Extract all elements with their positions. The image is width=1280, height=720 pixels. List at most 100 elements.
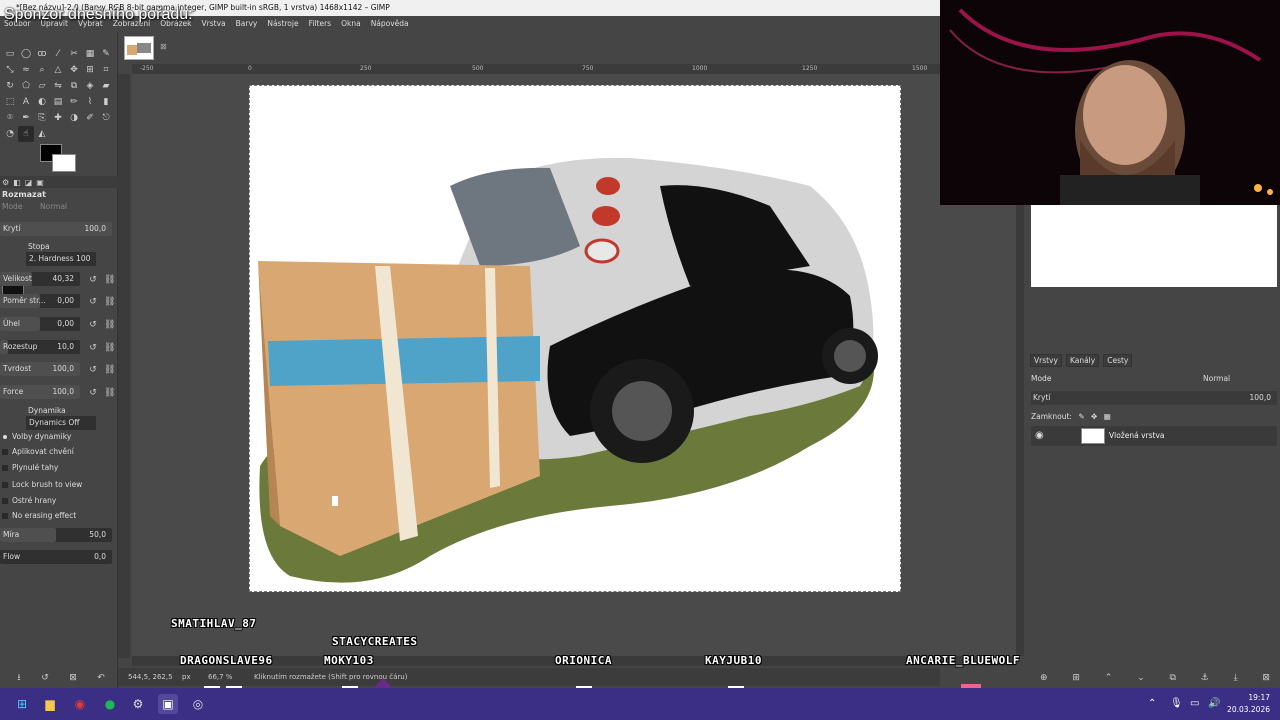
move-icon[interactable]: ✥: [66, 62, 82, 78]
menu-help[interactable]: Nápověda: [371, 16, 409, 32]
text-icon[interactable]: A: [18, 94, 34, 110]
menu-layer[interactable]: Vrstva: [202, 16, 226, 32]
save-options-icon[interactable]: ⭳: [14, 672, 24, 684]
rate-slider[interactable]: Míra 50,0: [0, 528, 112, 542]
crop-icon[interactable]: ⌗: [98, 62, 114, 78]
paint-select-icon[interactable]: ⬚: [2, 94, 18, 110]
layer-item[interactable]: ◉ Vložená vrstva: [1031, 426, 1277, 446]
background-color[interactable]: [52, 154, 76, 172]
gradient-icon[interactable]: ▤: [50, 94, 66, 110]
spacing-slider[interactable]: Rozestup 10,0: [0, 340, 80, 354]
lower-layer-icon[interactable]: ⌄: [1137, 673, 1145, 683]
transform-icon[interactable]: ⤡: [2, 62, 18, 78]
mypaint-icon[interactable]: ✐: [82, 110, 98, 126]
ellipse-select-icon[interactable]: ◯: [18, 46, 34, 62]
option-no-erasing[interactable]: No erasing effect: [2, 509, 116, 523]
chrome-icon[interactable]: ◉: [70, 694, 90, 714]
align-icon[interactable]: ⊞: [82, 62, 98, 78]
file-explorer-icon[interactable]: ▆: [40, 694, 60, 714]
system-clock[interactable]: 19:17 20.03.2026: [1227, 692, 1270, 716]
force-slider[interactable]: Force 100,0: [0, 385, 80, 399]
warp-icon[interactable]: ≈: [18, 62, 34, 78]
unified-transform-icon[interactable]: ⧉: [66, 78, 82, 94]
rect-select-icon[interactable]: ▭: [2, 46, 18, 62]
bucket-icon[interactable]: ◐: [34, 94, 50, 110]
paths-icon[interactable]: ✎: [98, 46, 114, 62]
heal-icon[interactable]: ✚: [50, 110, 66, 126]
reset-hardness-icon[interactable]: ↺: [88, 364, 98, 376]
perspective-icon[interactable]: ▱: [34, 78, 50, 94]
restore-options-icon[interactable]: ↺: [40, 672, 50, 684]
volume-icon[interactable]: 🔊: [1208, 698, 1220, 709]
size-slider[interactable]: Velikost 40,32: [0, 272, 80, 286]
reset-angle-icon[interactable]: ↺: [88, 319, 98, 331]
tab-paths[interactable]: Cesty: [1103, 354, 1133, 367]
option-lock-brush[interactable]: Lock brush to view: [2, 478, 116, 492]
option-smooth[interactable]: Plynulé tahy: [2, 461, 116, 475]
close-tab-icon[interactable]: ⊠: [160, 42, 167, 51]
menu-colors[interactable]: Barvy: [236, 16, 258, 32]
windows-start-icon[interactable]: ⊞: [12, 694, 32, 714]
layer-opacity-slider[interactable]: Krytí 100,0: [1031, 391, 1277, 405]
layer-mode-row[interactable]: Mode Normal: [1031, 372, 1277, 386]
dodge-icon[interactable]: ◑: [66, 110, 82, 126]
hardness-slider[interactable]: Tvrdost 100,0: [0, 362, 80, 376]
tab-layers[interactable]: Vrstvy: [1030, 354, 1062, 367]
ink-icon[interactable]: ✒: [18, 110, 34, 126]
delete-layer-icon[interactable]: ⊠: [1262, 673, 1270, 683]
image-canvas[interactable]: [249, 85, 901, 592]
link-size-icon[interactable]: ⛓: [104, 274, 115, 286]
unit-select[interactable]: px: [182, 668, 191, 686]
reset-size-icon[interactable]: ↺: [88, 274, 98, 286]
eye-icon[interactable]: ◉: [1035, 426, 1044, 446]
link-angle-icon[interactable]: ⛓: [104, 319, 115, 331]
eraser-icon[interactable]: ▮: [98, 94, 114, 110]
delete-options-icon[interactable]: ⊠: [68, 672, 78, 684]
reset-aspect-icon[interactable]: ↺: [88, 296, 98, 308]
raise-layer-icon[interactable]: ⌃: [1105, 673, 1113, 683]
brush-name[interactable]: 2. Hardness 100: [26, 252, 96, 266]
foreground-select-icon[interactable]: ▦: [82, 46, 98, 62]
option-hard-edge[interactable]: Ostré hrany: [2, 494, 116, 508]
anchor-layer-icon[interactable]: ⚓: [1201, 673, 1209, 683]
monitor-icon[interactable]: ▭: [1190, 698, 1199, 709]
color-swatches[interactable]: [40, 144, 80, 174]
menu-windows[interactable]: Okna: [341, 16, 361, 32]
option-dynamics[interactable]: Volby dynamiky: [2, 430, 116, 444]
blur-icon[interactable]: ◔: [2, 126, 18, 142]
new-group-icon[interactable]: ⊕: [1040, 673, 1048, 683]
reset-force-icon[interactable]: ↺: [88, 387, 98, 399]
shear-icon[interactable]: ▰: [98, 78, 114, 94]
wand-icon[interactable]: ⁄: [50, 46, 66, 62]
spotify-icon[interactable]: ●: [100, 694, 120, 714]
duplicate-layer-icon[interactable]: ⧉: [1169, 673, 1175, 683]
lock-pixels-icon[interactable]: ✎: [1078, 412, 1084, 421]
tool-options-tab-icon[interactable]: ⚙: [2, 178, 9, 187]
brush-icon[interactable]: ⌇: [82, 94, 98, 110]
option-jitter[interactable]: Aplikovat chvění: [2, 445, 116, 459]
flow-slider[interactable]: Flow 0,0: [0, 550, 112, 564]
mode-value[interactable]: Normal: [40, 200, 67, 214]
merge-layer-icon[interactable]: ⤓: [1234, 673, 1238, 683]
gimp-taskbar-icon[interactable]: ▣: [158, 694, 178, 714]
images-tab-icon[interactable]: ▣: [36, 178, 44, 187]
link-force-icon[interactable]: ⛓: [104, 387, 115, 399]
mode-row[interactable]: Mode Normal: [2, 200, 116, 214]
pencil-icon[interactable]: ✏: [66, 94, 82, 110]
cage-icon[interactable]: ⬠: [18, 78, 34, 94]
opacity-slider[interactable]: Krytí 100,0: [0, 222, 112, 236]
new-layer-icon[interactable]: ⊞: [1072, 673, 1080, 683]
zoom-icon[interactable]: ⌕: [34, 62, 50, 78]
reset-spacing-icon[interactable]: ↺: [88, 342, 98, 354]
dynamics-value[interactable]: Dynamics Off: [26, 416, 96, 430]
link-aspect-icon[interactable]: ⛓: [104, 296, 115, 308]
steam-icon[interactable]: ⚙: [128, 694, 148, 714]
lasso-icon[interactable]: ꝏ: [34, 46, 50, 62]
clone-icon[interactable]: ⎘: [34, 110, 50, 126]
layer-mode-value[interactable]: Normal: [1203, 372, 1230, 386]
tray-expand-icon[interactable]: ⌃: [1148, 698, 1156, 709]
obs-icon[interactable]: ◎: [188, 694, 208, 714]
rotate-icon[interactable]: ↻: [2, 78, 18, 94]
menu-filters[interactable]: Filters: [309, 16, 331, 32]
menu-tools[interactable]: Nástroje: [267, 16, 298, 32]
